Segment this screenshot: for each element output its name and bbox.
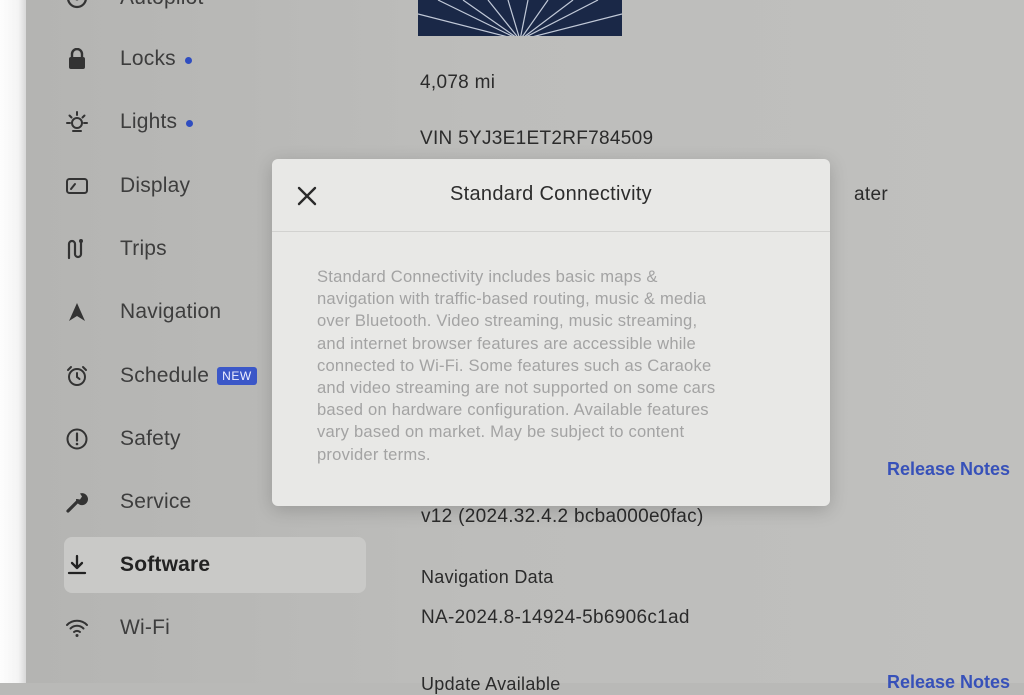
sidebar-item-lights[interactable]: Lights <box>64 94 364 150</box>
sidebar-item-label: Wi-Fi <box>120 616 170 639</box>
sidebar-item-autopilot[interactable]: Autopilot <box>64 0 364 26</box>
software-version: v12 (2024.32.4.2 bcba000e0fac) <box>421 506 704 527</box>
modal-body-text: Standard Connectivity includes basic map… <box>317 266 797 466</box>
trips-icon <box>64 236 90 262</box>
navigation-data-value: NA-2024.8-14924-5b6906c1ad <box>421 607 690 628</box>
modal-body-line: connected to Wi-Fi. Some features such a… <box>317 355 712 375</box>
navigation-icon <box>64 299 90 325</box>
notification-dot <box>184 57 192 64</box>
new-badge: NEW <box>217 367 257 385</box>
sidebar-item-wifi[interactable]: Wi-Fi <box>64 600 364 656</box>
modal-body-line: navigation with traffic-based routing, m… <box>317 289 707 309</box>
wifi-icon <box>64 615 90 641</box>
steering-wheel-icon <box>64 0 90 11</box>
sidebar-item-label: Lights <box>120 110 178 133</box>
odometer-value: 4,078 mi <box>420 72 496 93</box>
modal-body-line: provider terms. <box>317 444 431 464</box>
modal-body-line: vary based on market. May be subject to … <box>317 422 685 442</box>
sidebar-item-software[interactable]: Software <box>64 537 366 593</box>
modal-body-line: over Bluetooth. Video streaming, music s… <box>317 311 698 331</box>
modal-body-line: Standard Connectivity includes basic map… <box>317 267 658 286</box>
sidebar-item-label: Display <box>120 174 191 197</box>
standard-connectivity-modal: Standard Connectivity Standard Connectiv… <box>272 159 830 506</box>
modal-body-line: and internet browser features are access… <box>317 333 696 353</box>
modal-body-line: and video streaming are not supported on… <box>317 378 716 398</box>
sidebar-item-label: Software <box>120 553 211 576</box>
sidebar-item-label: Trips <box>120 237 167 260</box>
light-icon <box>64 109 90 135</box>
vehicle-image <box>418 0 622 36</box>
navigation-data-label: Navigation Data <box>421 567 554 587</box>
modal-title: Standard Connectivity <box>450 183 652 205</box>
download-icon <box>64 552 90 578</box>
exclamation-icon <box>64 426 90 452</box>
wrench-icon <box>64 489 90 515</box>
update-available-label: Update Available <box>421 674 561 694</box>
display-icon <box>64 173 90 199</box>
modal-header: Standard Connectivity <box>272 159 830 232</box>
alarm-clock-icon <box>64 363 90 389</box>
release-notes-link[interactable]: Release Notes <box>887 459 1010 480</box>
screen-bezel <box>0 0 26 683</box>
lock-icon <box>64 46 90 72</box>
sidebar-item-label: Autopilot <box>120 0 204 10</box>
sidebar-item-label: Schedule <box>120 364 210 387</box>
sidebar-item-label: Locks <box>120 47 176 70</box>
partial-text: ater <box>854 184 888 205</box>
modal-body-line: based on hardware configuration. Availab… <box>317 400 709 420</box>
notification-dot <box>186 120 194 127</box>
sidebar-item-label: Service <box>120 490 192 513</box>
vin-value: VIN 5YJ3E1ET2RF784509 <box>420 128 654 149</box>
sidebar-item-label: Navigation <box>120 300 222 323</box>
sidebar-item-locks[interactable]: Locks <box>64 31 364 87</box>
sidebar-item-label: Safety <box>120 427 181 450</box>
